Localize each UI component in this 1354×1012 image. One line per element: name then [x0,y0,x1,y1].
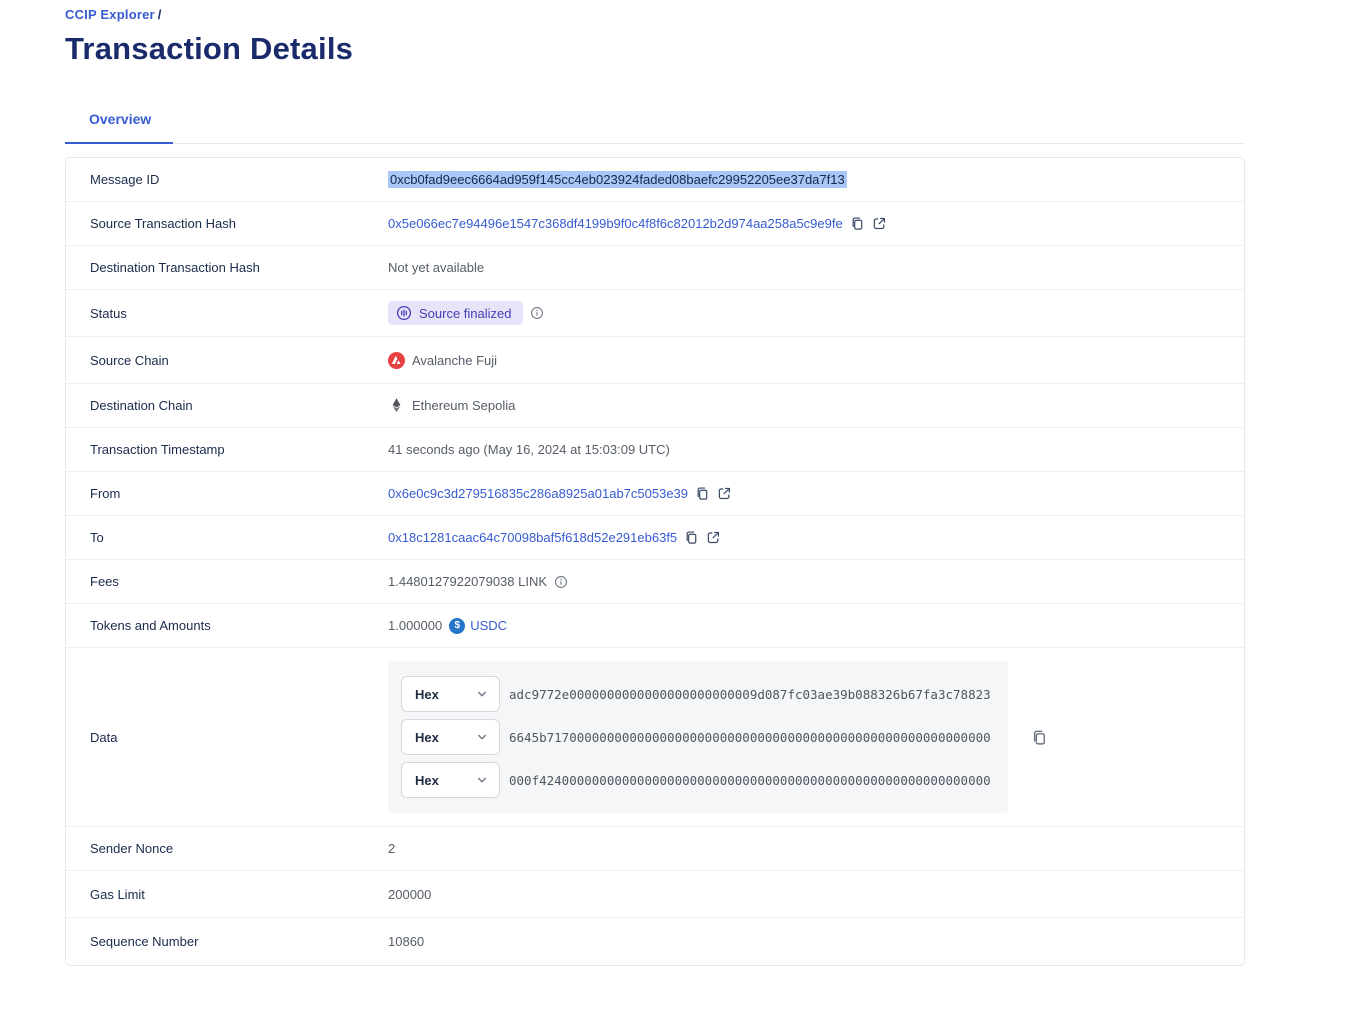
encoding-select-value: Hex [415,687,439,702]
source-chain-label: Source Chain [90,353,388,368]
fees-info-button[interactable] [554,575,568,589]
row-from: From 0x6e0c9c3d279516835c286a8925a01ab7c… [66,472,1244,516]
row-source-tx-hash: Source Transaction Hash 0x5e066ec7e94496… [66,202,1244,246]
dest-tx-hash-label: Destination Transaction Hash [90,260,388,275]
message-id-value: 0xcb0fad9eec6664ad959f145cc4eb023924fade… [388,171,847,188]
source-tx-hash-label: Source Transaction Hash [90,216,388,231]
row-source-chain: Source Chain Avalanche Fuji [66,337,1244,384]
external-link-icon [872,216,887,231]
row-status: Status Source finalized [66,290,1244,337]
copy-icon [695,486,710,501]
fees-label: Fees [90,574,388,589]
data-line: Hex 6645b7170000000000000000000000000000… [401,719,1008,755]
row-to: To 0x18c1281caac64c70098baf5f618d52e291e… [66,516,1244,560]
details-card: Message ID 0xcb0fad9eec6664ad959f145cc4e… [65,157,1245,966]
transaction-details-page: CCIP Explorer/ Transaction Details Overv… [0,0,1245,966]
copy-button[interactable] [850,216,865,231]
copy-icon [1031,729,1048,746]
message-id-label: Message ID [90,172,388,187]
data-line: Hex adc9772e0000000000000000000000009d08… [401,676,1008,712]
source-chain-value: Avalanche Fuji [412,353,497,368]
external-link-button[interactable] [706,530,721,545]
from-label: From [90,486,388,501]
breadcrumb: CCIP Explorer/ [65,7,1245,22]
token-amount: 1.000000 [388,618,442,633]
chevron-down-icon [475,730,489,744]
avalanche-icon [388,352,405,369]
row-sender-nonce: Sender Nonce 2 [66,827,1244,871]
encoding-select[interactable]: Hex [401,676,500,712]
breadcrumb-separator: / [158,7,162,22]
source-tx-hash-link[interactable]: 0x5e066ec7e94496e1547c368df4199b9f0c4f8f… [388,216,843,231]
data-hex-box: Hex adc9772e0000000000000000000000009d08… [388,661,1008,813]
row-data: Data Hex adc9772e00000000000000000000000… [66,648,1244,827]
encoding-select[interactable]: Hex [401,762,500,798]
timestamp-label: Transaction Timestamp [90,442,388,457]
status-badge-text: Source finalized [419,306,512,321]
gas-limit-value: 200000 [388,887,431,902]
row-sequence-number: Sequence Number 10860 [66,918,1244,965]
from-address-link[interactable]: 0x6e0c9c3d279516835c286a8925a01ab7c5053e… [388,486,688,501]
data-label: Data [90,730,388,745]
copy-icon [684,530,699,545]
info-icon [554,575,568,589]
sender-nonce-value: 2 [388,841,395,856]
row-message-id: Message ID 0xcb0fad9eec6664ad959f145cc4e… [66,158,1244,202]
external-link-button[interactable] [872,216,887,231]
external-link-icon [717,486,732,501]
fees-value: 1.4480127922079038 LINK [388,574,547,589]
row-dest-chain: Destination Chain Ethereum Sepolia [66,384,1244,428]
dest-chain-label: Destination Chain [90,398,388,413]
copy-data-button[interactable] [1031,729,1048,746]
data-line: Hex 000f42400000000000000000000000000000… [401,762,1008,798]
encoding-select-value: Hex [415,730,439,745]
data-hex-value: adc9772e0000000000000000000000009d087fc0… [509,687,991,702]
copy-button[interactable] [695,486,710,501]
status-signal-icon [396,305,412,321]
encoding-select[interactable]: Hex [401,719,500,755]
chevron-down-icon [475,687,489,701]
page-title: Transaction Details [65,31,1245,67]
gas-limit-label: Gas Limit [90,887,388,902]
tab-bar: Overview [65,111,1245,144]
row-fees: Fees 1.4480127922079038 LINK [66,560,1244,604]
token-link[interactable]: USDC [470,618,507,633]
tokens-label: Tokens and Amounts [90,618,388,633]
dest-chain-value: Ethereum Sepolia [412,398,515,413]
row-tokens: Tokens and Amounts 1.000000 $ USDC [66,604,1244,648]
sequence-number-value: 10860 [388,934,424,949]
status-info-button[interactable] [530,306,544,320]
sender-nonce-label: Sender Nonce [90,841,388,856]
data-hex-value: 6645b71700000000000000000000000000000000… [509,730,991,745]
breadcrumb-ccip-explorer-link[interactable]: CCIP Explorer [65,7,155,22]
dest-tx-hash-value: Not yet available [388,260,484,275]
info-icon [530,306,544,320]
external-link-button[interactable] [717,486,732,501]
copy-button[interactable] [684,530,699,545]
to-address-link[interactable]: 0x18c1281caac64c70098baf5f618d52e291eb63… [388,530,677,545]
row-gas-limit: Gas Limit 200000 [66,871,1244,918]
timestamp-value: 41 seconds ago (May 16, 2024 at 15:03:09… [388,442,670,457]
to-label: To [90,530,388,545]
chevron-down-icon [475,773,489,787]
status-label: Status [90,306,388,321]
status-badge: Source finalized [388,301,523,325]
encoding-select-value: Hex [415,773,439,788]
data-hex-value: 000f424000000000000000000000000000000000… [509,773,991,788]
sequence-number-label: Sequence Number [90,934,388,949]
external-link-icon [706,530,721,545]
copy-icon [850,216,865,231]
ethereum-icon [388,397,405,414]
row-timestamp: Transaction Timestamp 41 seconds ago (Ma… [66,428,1244,472]
usdc-icon: $ [449,618,465,634]
tab-overview[interactable]: Overview [65,111,173,144]
row-dest-tx-hash: Destination Transaction Hash Not yet ava… [66,246,1244,290]
